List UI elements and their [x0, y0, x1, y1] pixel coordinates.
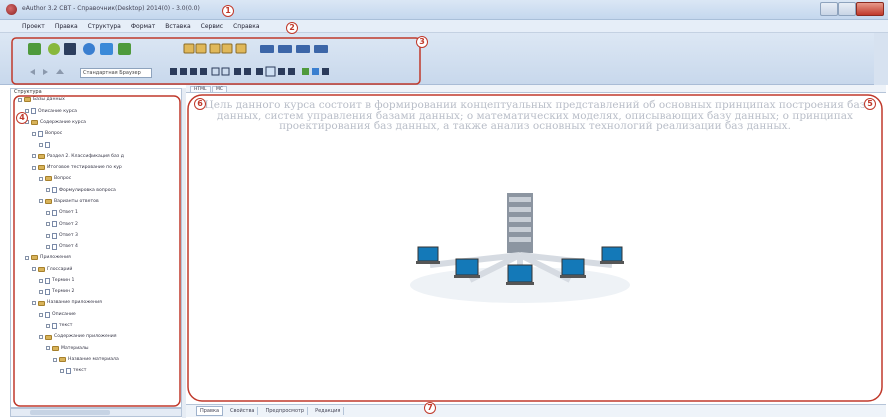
callout-frame-tree — [13, 95, 181, 407]
callout-5: 5 — [864, 98, 876, 110]
callout-frame-content — [187, 94, 883, 402]
callout-2: 2 — [286, 22, 298, 34]
callout-frame-toolbar — [11, 37, 421, 85]
callout-7: 7 — [424, 402, 436, 414]
callout-3: 3 — [416, 36, 428, 48]
callout-overlay — [11, 37, 883, 407]
callout-1: 1 — [222, 5, 234, 17]
callout-6: 6 — [194, 98, 206, 110]
callout-4: 4 — [16, 112, 28, 124]
